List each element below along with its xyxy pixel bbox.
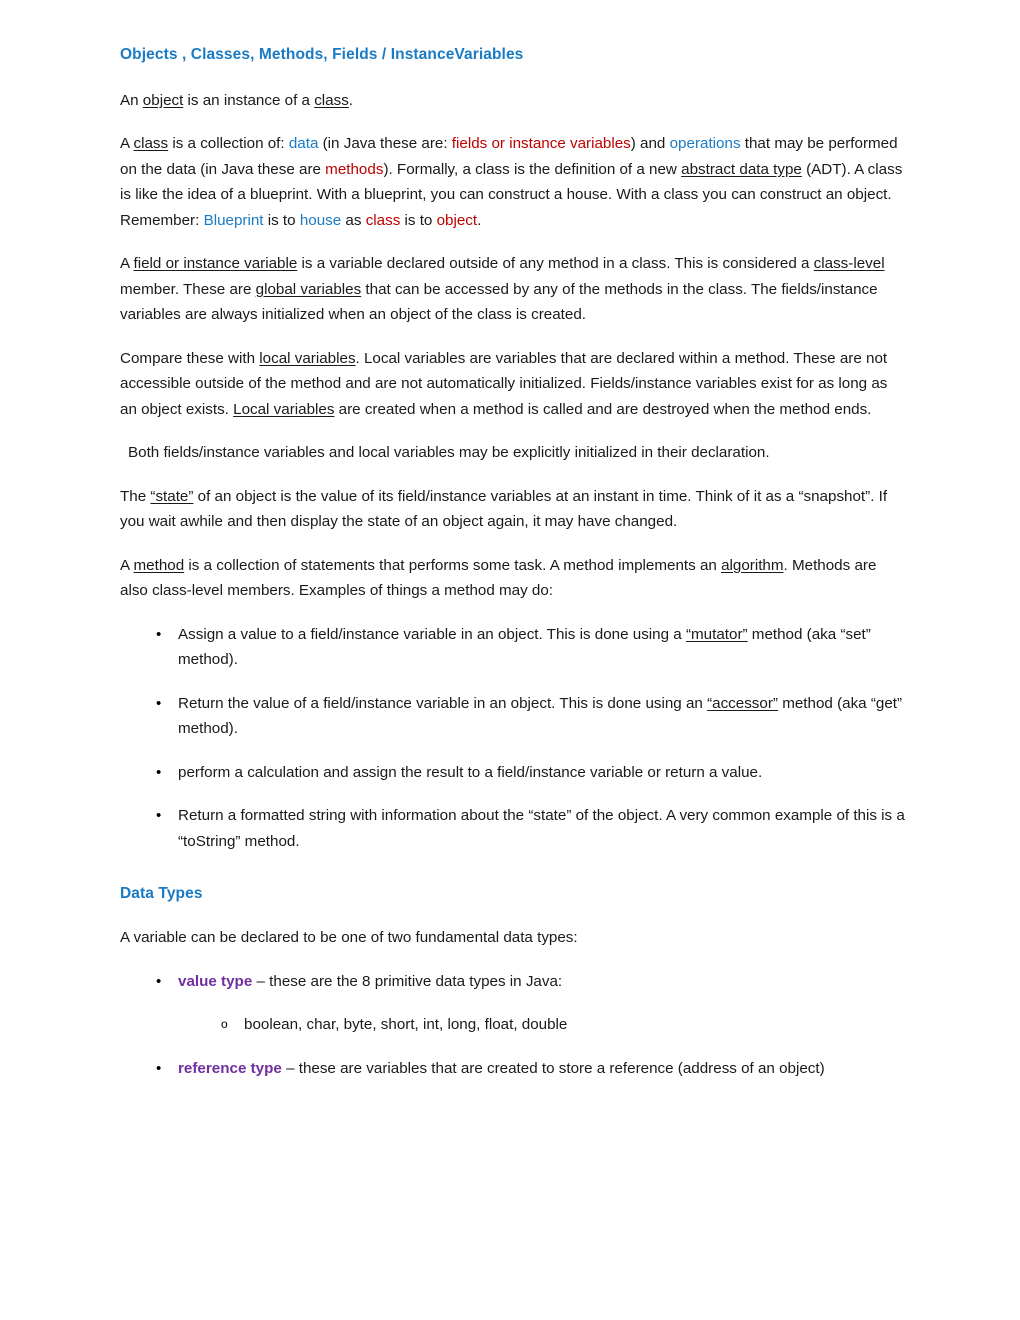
term-class: class [133, 135, 169, 153]
section-heading-data-types: Data Types [120, 885, 203, 903]
page-title: Objects , Classes, Methods, Fields / Ins… [120, 46, 524, 63]
text-fragment: is a collection of: [168, 135, 289, 153]
text-fragment: – these are variables that are created t… [281, 1059, 825, 1077]
text-fragment: boolean, char, byte, short, int, long, f… [244, 1016, 568, 1034]
list-item: • perform a calculation and assign the re… [120, 760, 905, 786]
bullet-icon: • [156, 763, 162, 781]
term-methods: methods [325, 160, 384, 178]
reference-type-list: • reference type – these are variables th… [120, 1056, 905, 1082]
bullet-icon: • [156, 625, 162, 643]
text-fragment: is an instance of a [183, 91, 315, 109]
term-operations: operations [669, 135, 741, 153]
bullet-icon: • [156, 807, 162, 825]
term-global-variables: global variables [255, 280, 362, 298]
paragraph-state-definition: The “state” of an object is the value of… [120, 484, 905, 535]
term-local-variables: local variables [259, 349, 356, 367]
paragraph-field-instance-variable: A field or instance variable is a variab… [120, 251, 905, 328]
bullet-icon: • [156, 972, 162, 990]
term-abstract-data-type: abstract data type [681, 160, 802, 178]
list-item: • Return the value of a field/instance va… [120, 691, 905, 742]
list-item: • Assign a value to a field/instance vari… [120, 622, 905, 673]
text-fragment: . [477, 211, 482, 229]
text-fragment: A [120, 135, 134, 153]
paragraph-local-variables: Compare these with local variables. Loca… [120, 346, 905, 423]
text-fragment: A [120, 255, 134, 273]
term-state: “state” [150, 487, 194, 505]
primitive-types-list: o boolean, char, byte, short, int, long, … [120, 1012, 905, 1038]
list-item-value-type: • value type – these are the 8 primitive … [120, 969, 905, 995]
list-item-primitives: o boolean, char, byte, short, int, long, … [120, 1012, 905, 1038]
text-fragment: Return the value of a field/instance var… [178, 694, 708, 712]
list-item-reference-type: • reference type – these are variables th… [120, 1056, 905, 1082]
text-fragment: Return a formatted string with informati… [178, 807, 905, 850]
text-fragment: as [341, 211, 366, 229]
term-house: house [299, 211, 342, 229]
term-accessor: “accessor” [707, 694, 778, 712]
term-object-red: object [436, 211, 478, 229]
text-fragment: . [348, 91, 354, 109]
term-class-red: class [365, 211, 401, 229]
text-fragment: is a variable declared outside of any me… [297, 255, 814, 273]
term-object: object [142, 91, 184, 109]
text-fragment: is to [263, 211, 300, 229]
term-fields-or-instance-variables: fields or instance variables [451, 135, 631, 153]
term-field-or-instance-variable: field or instance variable [133, 255, 298, 273]
paragraph-object-definition: An object is an instance of a class. [120, 88, 905, 114]
list-item: • Return a formatted string with informat… [120, 803, 905, 854]
circle-bullet-icon: o [221, 1017, 228, 1032]
term-local-variables-2: Local variables [233, 400, 335, 418]
bullet-icon: • [156, 1059, 162, 1077]
text-fragment: is to [400, 211, 437, 229]
term-algorithm: algorithm [721, 556, 784, 574]
paragraph-method-definition: A method is a collection of statements t… [120, 553, 905, 604]
paragraph-variable-declaration: A variable can be declared to be one of … [120, 929, 578, 947]
text-fragment: ). Formally, a class is the definition o… [383, 160, 682, 178]
text-fragment: perform a calculation and assign the res… [178, 763, 763, 781]
document-page: Objects , Classes, Methods, Fields / Ins… [0, 0, 1020, 1320]
term-value-type: value type [178, 972, 253, 990]
paragraph-class-definition: A class is a collection of: data (in Jav… [120, 131, 905, 233]
text-fragment: ) and [630, 135, 670, 153]
term-reference-type: reference type [178, 1059, 282, 1077]
text-fragment: A [120, 556, 134, 574]
term-method: method [133, 556, 185, 574]
term-data: data [288, 135, 319, 153]
text-fragment: of an object is the value of its field/i… [120, 487, 888, 531]
text-fragment: Compare these with [120, 349, 260, 367]
text-fragment: An [120, 91, 143, 109]
text-fragment: The [120, 487, 151, 505]
text-fragment: – these are the 8 primitive data types i… [252, 972, 563, 990]
paragraph-explicit-initialization: Both fields/instance variables and local… [128, 444, 770, 462]
text-fragment: is a collection of statements that perfo… [184, 556, 722, 574]
text-fragment: are created when a method is called and … [334, 400, 872, 418]
data-types-list: • value type – these are the 8 primitive … [120, 969, 905, 995]
term-class-level: class-level [813, 255, 885, 273]
text-fragment: member. These are [120, 280, 256, 298]
text-fragment: (in Java these are: [318, 135, 452, 153]
method-examples-list: • Assign a value to a field/instance vari… [120, 622, 905, 855]
term-blueprint: Blueprint [203, 211, 264, 229]
text-fragment: Assign a value to a field/instance varia… [178, 625, 686, 643]
term-mutator: “mutator” [685, 625, 748, 643]
bullet-icon: • [156, 694, 162, 712]
term-class: class [314, 91, 349, 109]
